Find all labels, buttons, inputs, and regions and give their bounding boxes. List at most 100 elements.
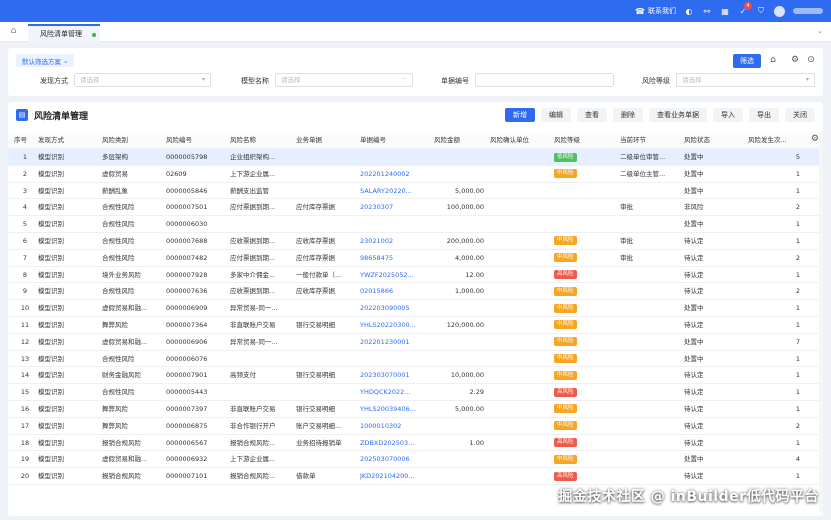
gear-icon[interactable]: ⚙ — [789, 54, 801, 66]
col-times: 1 — [795, 186, 800, 195]
export-button[interactable]: 导出 — [749, 108, 779, 122]
col-step — [620, 267, 682, 284]
header-col-docno[interactable]: 单据编号 — [360, 132, 432, 149]
home-icon[interactable]: ⌂ — [8, 26, 19, 37]
col-docno[interactable]: 202303070001 — [360, 367, 432, 384]
table-row[interactable]: 19 模型识别 虚假贸易和融... 0000006932 上下游企业属... 202503… — [8, 451, 823, 469]
clear-icon[interactable]: ⌂ — [767, 54, 779, 66]
col-docno[interactable]: 202201240002 — [360, 166, 432, 183]
table-row[interactable]: 13 模型识别 合规性风险 0000006076 中风险 处置中 1 — [8, 350, 823, 368]
notification-icon[interactable]: ✓ 4 — [738, 2, 752, 16]
col-docno[interactable]: 202203090005 — [360, 300, 432, 317]
table-row[interactable]: 5 模型识别 合规性风险 0000006030 处置中 1 — [8, 216, 823, 233]
col-docno[interactable]: 23021002 — [360, 233, 432, 250]
tab-risk-list[interactable]: 风险清单管理 — [28, 24, 100, 42]
table-row[interactable]: 7 模型识别 合规性风险 0000007482 应付票据到期... 应付库存票据 98658… — [8, 249, 823, 267]
docno-input[interactable] — [475, 73, 614, 87]
table-row[interactable]: 18 模型识别 报销合规风险 0000006567 报销合规风险... 业务招待报销单 ZD… — [8, 435, 823, 452]
col-code: 0000007688 — [166, 236, 208, 245]
table-row[interactable]: 3 模型识别 薪酬乱象 0000005846 薪酬支出监管 SALARY20220... 5… — [8, 182, 823, 200]
header-col-business-doc[interactable]: 业务单据 — [296, 132, 358, 149]
discovery-select[interactable]: 请选择 ▾ — [74, 73, 211, 87]
header-col-amount[interactable]: 风险金额 — [434, 132, 484, 149]
table-row[interactable]: 4 模型识别 合规性风险 0000007501 应付票据到期... 应付库存票据 20230… — [8, 199, 823, 217]
username-blurred[interactable] — [793, 8, 823, 14]
avatar[interactable] — [774, 5, 785, 17]
header-col-status[interactable]: 风险状态 — [684, 132, 746, 149]
shield-icon[interactable]: ⛉ — [756, 6, 766, 16]
col-confirm-unit — [490, 401, 552, 418]
col-business-doc: 应付库存票据 — [296, 203, 335, 212]
col-docno[interactable]: 202503070006 — [360, 451, 432, 468]
table-row[interactable]: 1 模型识别 多层架构 0000005798 企业组织架构... 低风险 二级单位审管...… — [8, 149, 823, 166]
level-select[interactable]: 请选择 ▾ — [676, 73, 815, 87]
col-docno[interactable]: YHDQCK2022... — [360, 384, 432, 401]
header-col-step[interactable]: 当前环节 — [620, 132, 682, 149]
table-row[interactable]: 12 模型识别 虚假贸易和融... 0000006906 异常贸易-同一... 20220… — [8, 334, 823, 351]
col-step — [620, 334, 682, 351]
col-docno[interactable]: 202201230001 — [360, 334, 432, 351]
col-docno[interactable]: YWZF2025052... — [360, 267, 432, 284]
collapse-icon[interactable]: ⊙ — [805, 54, 817, 66]
filter-scheme-dropdown[interactable]: 默认筛选方案 ⌄ — [16, 54, 75, 67]
view-business-doc-button[interactable]: 查看业务单据 — [649, 108, 707, 122]
filter-button[interactable]: 筛选 — [733, 54, 761, 68]
header-col-times[interactable]: 风险发生次... — [748, 132, 800, 149]
contact-link[interactable]: ☎ 联系我们 — [635, 6, 676, 16]
col-step — [620, 468, 682, 485]
col-docno[interactable]: 1000010302 — [360, 418, 432, 435]
col-times: 2 — [795, 253, 800, 262]
table-row[interactable]: 16 模型识别 舞弊风险 0000007397 非直联账户交易 银行交易明细 YHLS200… — [8, 401, 823, 418]
col-amount: 5,000.00 — [455, 404, 484, 413]
header-col-level[interactable]: 风险等级 — [554, 132, 618, 149]
column-settings-icon[interactable]: ⚙ — [811, 134, 819, 144]
table-row[interactable]: 10 模型识别 虚假贸易和融... 0000006909 异常贸易-同一... 20220… — [8, 300, 823, 317]
col-docno[interactable]: YHLS20039406... — [360, 401, 432, 418]
table-row[interactable]: 15 模型识别 合规性风险 0000005443 YHDQCK2022... 2.29 高风… — [8, 384, 823, 401]
col-docno[interactable]: SALARY20220... — [360, 183, 432, 200]
col-category: 虚假贸易 — [102, 169, 128, 178]
col-confirm-unit — [490, 418, 552, 435]
col-docno[interactable]: 20230307 — [360, 199, 432, 216]
col-business-doc: 应收库存票据 — [296, 287, 335, 296]
layout-icon[interactable]: ▦ — [720, 6, 730, 16]
header-col-discovery[interactable]: 发现方式 — [38, 132, 100, 149]
view-button[interactable]: 查看 — [577, 108, 607, 122]
connection-icon[interactable]: ⚯ — [702, 6, 712, 16]
col-category: 合规性风险 — [102, 203, 135, 212]
edit-button[interactable]: 编辑 — [541, 108, 571, 122]
col-step — [620, 451, 682, 468]
header-col-code[interactable]: 风险编号 — [166, 132, 228, 149]
delete-button[interactable]: 删除 — [613, 108, 643, 122]
table-row[interactable]: 14 模型识别 财务金融风险 0000007901 高频支付 银行交易明细 20230307… — [8, 367, 823, 385]
col-docno[interactable]: 02015866 — [360, 283, 432, 300]
table-row[interactable]: 9 模型识别 合规性风险 0000007636 应收票据到期... 应收库存票据 02015… — [8, 283, 823, 301]
theme-icon[interactable]: ◐ — [684, 6, 694, 16]
risk-level-badge: 高风险 — [554, 438, 577, 448]
col-docno[interactable]: ZDBXD202503... — [360, 435, 432, 452]
table-row[interactable]: 6 模型识别 合规性风险 0000007688 应收票据到期... 应收库存票据 23021… — [8, 233, 823, 250]
col-docno[interactable]: 98658475 — [360, 250, 432, 267]
col-category: 合规性风险 — [102, 236, 135, 245]
col-level: 中风险 — [554, 401, 618, 418]
add-button[interactable]: 新增 — [505, 108, 535, 122]
close-button[interactable]: 关闭 — [785, 108, 815, 122]
col-docno[interactable]: YHLS20220300... — [360, 317, 432, 334]
table-row[interactable]: 17 模型识别 舞弊风险 0000006875 非合作银行开户 账户交易明细... 1000… — [8, 417, 823, 435]
col-discovery: 模型识别 — [38, 304, 64, 313]
chevron-down-icon[interactable]: ⌄ — [817, 27, 823, 35]
vertical-scrollbar[interactable] — [819, 132, 823, 512]
header-col-confirm-unit[interactable]: 风险确认单位 — [490, 132, 552, 149]
table-row[interactable]: 11 模型识别 舞弊风险 0000007364 非直联账户交易 银行交易明细 YHLS202… — [8, 316, 823, 334]
col-status: 待认定 — [684, 371, 704, 380]
table-row[interactable]: 2 模型识别 虚假贸易 02609 上下游企业属... 202201240002 中风险 二级… — [8, 166, 823, 183]
header-col-index[interactable]: 序号 — [14, 132, 36, 149]
header-col-category[interactable]: 风险类别 — [102, 132, 164, 149]
table-row[interactable]: 8 模型识别 境外业务风险 0000007928 多家中介佣金... 一般付款单（... Y… — [8, 267, 823, 284]
col-docno[interactable]: JKD202104200... — [360, 468, 432, 485]
col-category: 报销合规风险 — [102, 472, 141, 481]
table-row[interactable]: 20 模型识别 报销合规风险 0000007101 报销合规风险... 借款单 JKD202… — [8, 468, 823, 485]
model-select[interactable]: 请选择 ··· — [275, 73, 413, 87]
import-button[interactable]: 导入 — [713, 108, 743, 122]
header-col-name[interactable]: 风险名称 — [230, 132, 294, 149]
